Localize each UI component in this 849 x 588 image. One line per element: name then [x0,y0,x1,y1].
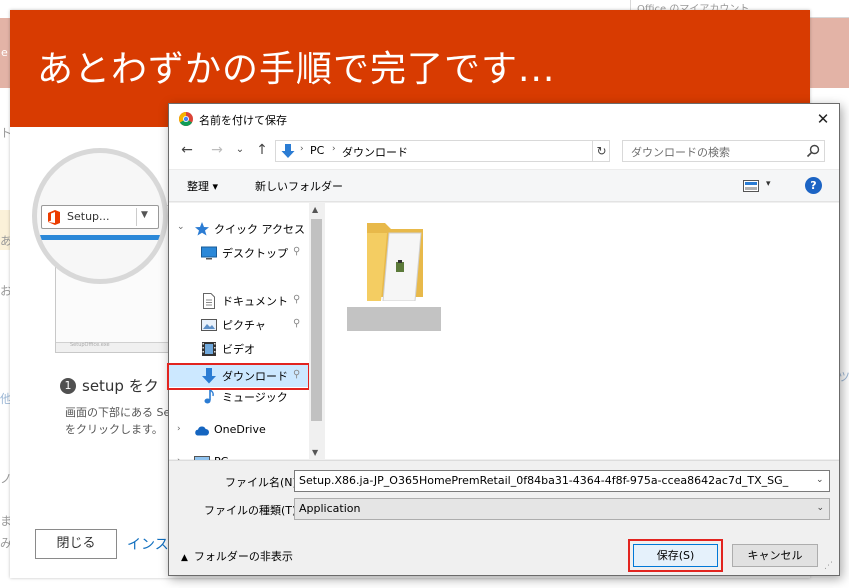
view-dropdown-icon[interactable]: ▾ [766,179,771,189]
close-button[interactable]: 閉じる [35,529,117,559]
nav-label: クイック アクセス [214,223,305,236]
nav-label: OneDrive [214,423,266,436]
page-title: あとわずかの手順で完了です... [37,49,556,90]
new-folder-button[interactable]: 新しいフォルダー [255,178,343,194]
step-description: 画面の下部にある Se をクリックします。 [65,404,170,438]
step-description-line: 画面の下部にある Se [65,406,170,419]
office-logo-icon [48,210,60,225]
filename-label: ファイル名(N): [225,476,301,489]
chevron-down-icon: ▼ [141,210,148,220]
chevron-right-icon: › [332,144,336,154]
illustration-caption: SetupOffice.exe [70,342,110,348]
breadcrumb-downloads[interactable]: ダウンロード [342,144,408,160]
save-as-dialog: 名前を付けて保存 ✕ ← → ⌄ ↑ › PC › ダウンロード ⌄ ↻ ダウン… [167,103,840,576]
up-arrow-icon[interactable]: ↑ [253,142,271,158]
filetype-value: Application [299,502,361,515]
back-arrow-icon[interactable]: ← [178,142,196,158]
search-input[interactable]: ダウンロードの検索 [622,140,825,162]
recent-locations-chevron-icon[interactable]: ⌄ [231,144,249,155]
view-options-icon[interactable] [743,180,759,192]
filetype-select[interactable]: Application ⌄ [294,498,830,520]
nav-label: ピクチャ [222,319,266,332]
chevron-right-icon: › [300,144,304,154]
folder-icon [367,223,423,301]
install-help-link[interactable]: インス [127,534,169,554]
resize-grip-icon[interactable]: ⋰ [824,561,833,571]
illustration-taskbar: SetupOffice.exe [56,342,174,352]
command-toolbar: 整理 ▾ 新しいフォルダー ▾ ? [169,169,839,202]
nav-item-pictures[interactable]: ピクチャ ⚲ [169,313,309,336]
forward-arrow-icon[interactable]: → [208,142,226,158]
expand-icon[interactable]: › [177,424,181,434]
nav-item-quick-access[interactable]: ⌄ クイック アクセス [169,217,309,240]
nav-item-documents[interactable]: ドキュメント ⚲ [169,289,309,312]
save-button[interactable]: 保存(S) [633,544,718,567]
dialog-title-bar[interactable]: 名前を付けて保存 ✕ [169,104,839,134]
navigation-pane: ⌄ クイック アクセス デスクトップ ⚲ ダウンロード ⚲ ドキュメント ⚲ ピ… [167,203,324,469]
nav-item-pc[interactable]: › PC [169,451,309,469]
list-item[interactable] [347,215,441,331]
nav-pane-scrollbar[interactable]: ▲ ▼ [309,203,324,459]
illustration-setup-button: Setup... ▼ [41,205,159,229]
pin-icon[interactable]: ⚲ [293,318,300,329]
nav-item-videos[interactable]: ビデオ [169,337,309,360]
step-description-line: をクリックします。 [65,423,163,436]
step-number-badge: 1 [60,377,76,394]
scroll-thumb[interactable] [311,219,322,421]
nav-label: ビデオ [222,343,255,356]
filename-input[interactable]: Setup.X86.ja-JP_O365HomePremRetail_0f84b… [294,470,830,492]
pictures-icon [201,319,217,331]
illustration-magnifier: Setup... ▼ [32,148,168,284]
nav-label: デスクトップ [222,247,288,260]
cancel-button[interactable]: キャンセル [732,544,818,567]
pin-icon[interactable]: ⚲ [293,246,300,257]
music-icon [204,389,214,404]
chevron-down-icon[interactable]: ⌄ [816,475,824,485]
chrome-icon [179,112,193,126]
dialog-title: 名前を付けて保存 [199,114,287,127]
collapse-icon[interactable]: ⌄ [177,222,185,232]
file-list[interactable] [325,203,839,459]
hide-folders-toggle[interactable]: ▲ フォルダーの非表示 [181,548,293,564]
illustration-separator [136,208,137,226]
desktop-icon [201,246,217,260]
illustration-download-bar [37,235,163,240]
chevron-up-icon: ▲ [181,553,188,563]
scroll-down-icon[interactable]: ▼ [312,448,318,457]
nav-item-desktop[interactable]: デスクトップ ⚲ [169,241,309,264]
hide-folders-label: フォルダーの非表示 [193,550,293,563]
breadcrumb-pc[interactable]: PC [310,144,324,157]
step-title: setup をク [82,377,159,395]
search-icon [806,144,820,158]
nav-item-onedrive[interactable]: › OneDrive [169,419,309,442]
address-bar[interactable]: › PC › ダウンロード ⌄ [275,140,688,162]
pin-icon[interactable]: ⚲ [293,294,300,305]
nav-label: ミュージック [222,391,288,404]
background-fragment: e [1,46,8,59]
folder-name-redacted [347,307,441,331]
onedrive-cloud-icon [195,426,209,436]
organize-button[interactable]: 整理 ▾ [187,178,218,194]
nav-item-music[interactable]: ミュージック [169,385,309,408]
nav-label: ドキュメント [222,295,288,308]
close-icon[interactable]: ✕ [809,107,837,131]
help-icon[interactable]: ? [805,177,822,194]
chevron-down-icon: ⌄ [816,503,824,513]
illustration-button-label: Setup... [67,210,110,223]
scroll-up-icon[interactable]: ▲ [312,205,318,214]
step-heading: 1 setup をク [60,375,180,397]
download-icon [281,144,295,158]
star-icon [195,222,209,236]
search-placeholder: ダウンロードの検索 [631,146,730,159]
filetype-label: ファイルの種類(T): [204,504,301,517]
video-icon [202,342,216,356]
navigation-bar: ← → ⌄ ↑ › PC › ダウンロード ⌄ ↻ ダウンロードの検索 [169,134,839,169]
refresh-icon[interactable]: ↻ [592,140,610,162]
document-icon [203,293,215,309]
save-form: ファイル名(N): Setup.X86.ja-JP_O365HomePremRe… [169,460,839,575]
